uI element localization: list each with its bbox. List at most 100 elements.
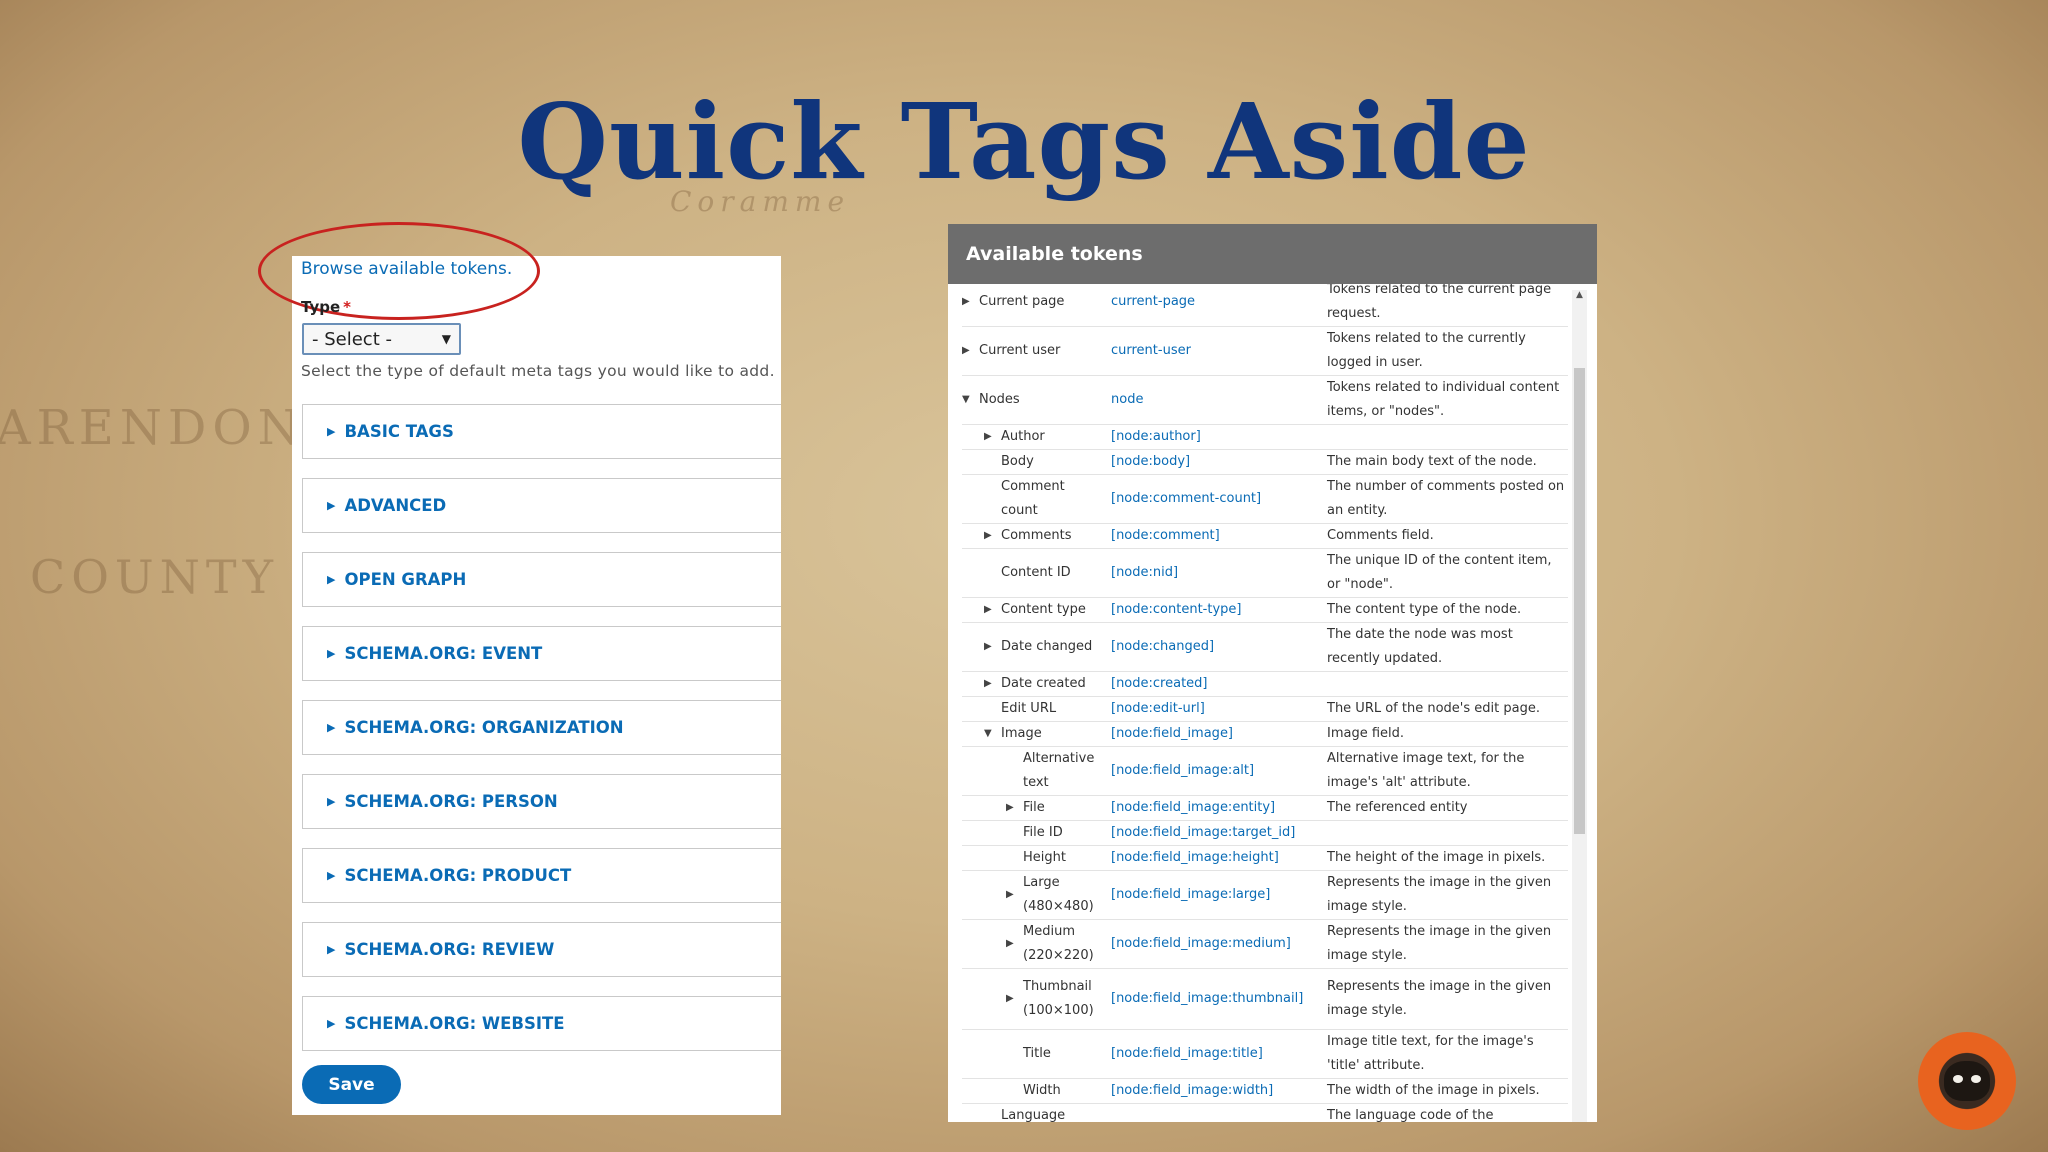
token-description: The language code of the — [1327, 1108, 1494, 1122]
token-name: Current page — [979, 294, 1065, 309]
section-toggle[interactable]: ▶ SCHEMA.ORG: PRODUCT — [302, 848, 781, 903]
token-name-cell: Body — [962, 450, 1111, 474]
collapsed-arrow-icon[interactable]: ▶ — [1006, 932, 1023, 956]
collapsed-arrow-icon[interactable]: ▶ — [1006, 796, 1023, 820]
token-name: Title — [1023, 1046, 1051, 1061]
save-button[interactable]: Save — [302, 1065, 401, 1104]
collapsed-arrow-icon[interactable]: ▶ — [984, 425, 1001, 449]
token-value[interactable]: [node:edit-url] — [1111, 697, 1327, 721]
token-name: File — [1023, 800, 1045, 815]
available-tokens-dialog: Available tokens ▶ Current page current-pa… — [948, 224, 1597, 1122]
token-description: Represents the image in the given image … — [1327, 979, 1552, 1018]
token-value[interactable]: [node:field_image:thumbnail] — [1111, 969, 1327, 1029]
browse-tokens-link[interactable]: Browse available tokens. — [301, 259, 512, 279]
tokens-table: ▶ Current page current-page Tokens related … — [962, 284, 1568, 1122]
token-name-cell: ▶ Current user — [962, 327, 1111, 375]
map-texture: COUNTY — [30, 550, 279, 604]
expand-arrow-icon: ▶ — [327, 795, 336, 808]
token-value[interactable]: [node:field_image:medium] — [1111, 920, 1327, 968]
token-row: ▶ Comments [node:comment] Comments field. — [962, 524, 1568, 549]
collapsed-arrow-icon[interactable]: ▶ — [984, 672, 1001, 696]
scroll-thumb[interactable] — [1574, 368, 1585, 834]
token-value[interactable]: [node:author] — [1111, 425, 1327, 449]
section-toggle[interactable]: ▶ SCHEMA.ORG: REVIEW — [302, 922, 781, 977]
token-row: ▶ Date changed [node:changed] The date the … — [962, 623, 1568, 672]
scroll-up-icon[interactable]: ▲ — [1572, 290, 1587, 306]
token-value[interactable]: [node:field_image:large] — [1111, 871, 1327, 919]
token-name: Width — [1023, 1083, 1061, 1098]
section-toggle[interactable]: ▶ OPEN GRAPH — [302, 552, 781, 607]
collapsed-arrow-icon[interactable]: ▶ — [984, 524, 1001, 548]
token-name-cell: ▶ Author — [962, 425, 1111, 449]
token-row: Content ID [node:nid] The unique ID of the… — [962, 549, 1568, 598]
expanded-arrow-icon[interactable]: ▼ — [962, 388, 979, 412]
token-value[interactable]: current-page — [1111, 284, 1327, 326]
token-value[interactable]: [node:nid] — [1111, 549, 1327, 597]
token-name: Date created — [1001, 676, 1086, 691]
collapsed-arrow-icon[interactable]: ▶ — [984, 598, 1001, 622]
token-value[interactable]: [node:field_image:height] — [1111, 846, 1327, 870]
token-name-cell: ▶ Large (480×480) — [962, 871, 1111, 919]
collapsed-arrow-icon[interactable]: ▶ — [962, 290, 979, 314]
token-row: Height [node:field_image:height] The heigh… — [962, 846, 1568, 871]
token-value[interactable]: [node:field_image:width] — [1111, 1079, 1327, 1103]
token-row: ▶ Current user current-user Tokens related … — [962, 327, 1568, 376]
token-name-cell: ▶ File — [962, 796, 1111, 820]
expand-arrow-icon: ▶ — [327, 573, 336, 586]
token-value[interactable]: [node:field_image:target_id] — [1111, 821, 1327, 845]
scrollbar[interactable]: ▲ — [1572, 290, 1587, 1122]
token-value[interactable]: [node:created] — [1111, 672, 1327, 696]
collapsed-arrow-icon[interactable]: ▶ — [1006, 987, 1023, 1011]
expand-arrow-icon: ▶ — [327, 943, 336, 956]
token-name-cell: ▶ Thumbnail (100×100) — [962, 969, 1111, 1029]
type-help-text: Select the type of default meta tags you… — [301, 362, 775, 380]
token-name: Comments — [1001, 528, 1072, 543]
expand-arrow-icon: ▶ — [327, 869, 336, 882]
type-select[interactable]: - Select - ▼ — [302, 323, 461, 355]
collapsed-arrow-icon[interactable]: ▶ — [962, 339, 979, 363]
section-toggle[interactable]: ▶ SCHEMA.ORG: EVENT — [302, 626, 781, 681]
section-label: SCHEMA.ORG: WEBSITE — [344, 1014, 565, 1033]
required-mark: * — [343, 298, 351, 316]
section-toggle[interactable]: ▶ SCHEMA.ORG: ORGANIZATION — [302, 700, 781, 755]
token-description: The unique ID of the content item, or "n… — [1327, 553, 1552, 592]
monkey-logo — [1918, 1032, 2016, 1130]
section-label: SCHEMA.ORG: ORGANIZATION — [344, 718, 624, 737]
token-name: Thumbnail (100×100) — [1023, 979, 1094, 1018]
token-value[interactable] — [1111, 1104, 1327, 1122]
section-toggle[interactable]: ▶ ADVANCED — [302, 478, 781, 533]
token-name-cell: ▶ Comments — [962, 524, 1111, 548]
monkey-face-icon — [1944, 1061, 1990, 1101]
token-value[interactable]: [node:changed] — [1111, 623, 1327, 671]
token-description: The width of the image in pixels. — [1327, 1083, 1540, 1098]
collapsed-arrow-icon[interactable]: ▶ — [1006, 883, 1023, 907]
token-description: The number of comments posted on an enti… — [1327, 479, 1565, 518]
token-value[interactable]: [node:field_image:alt] — [1111, 747, 1327, 795]
token-value[interactable]: [node:field_image] — [1111, 722, 1327, 746]
token-value[interactable]: current-user — [1111, 327, 1327, 375]
token-value[interactable]: [node:comment-count] — [1111, 475, 1327, 523]
token-value[interactable]: [node:field_image:entity] — [1111, 796, 1327, 820]
token-description: Tokens related to the current page reque… — [1327, 284, 1552, 321]
section-toggle[interactable]: ▶ SCHEMA.ORG: PERSON — [302, 774, 781, 829]
token-name-cell: ▶ Medium (220×220) — [962, 920, 1111, 968]
token-value[interactable]: [node:comment] — [1111, 524, 1327, 548]
type-label-text: Type — [301, 298, 341, 316]
section-toggle[interactable]: ▶ SCHEMA.ORG: WEBSITE — [302, 996, 781, 1051]
token-value[interactable]: node — [1111, 376, 1327, 424]
token-row: Width [node:field_image:width] The width o… — [962, 1079, 1568, 1104]
section-label: SCHEMA.ORG: PRODUCT — [344, 866, 572, 885]
token-row: Comment count [node:comment-count] The num… — [962, 475, 1568, 524]
token-value[interactable]: [node:content-type] — [1111, 598, 1327, 622]
expanded-arrow-icon[interactable]: ▼ — [984, 722, 1001, 746]
token-name: Large (480×480) — [1023, 875, 1094, 914]
collapsed-arrow-icon[interactable]: ▶ — [984, 635, 1001, 659]
section-toggle[interactable]: ▶ BASIC TAGS — [302, 404, 781, 459]
section-label: SCHEMA.ORG: EVENT — [344, 644, 543, 663]
token-value[interactable]: [node:field_image:title] — [1111, 1030, 1327, 1078]
token-description: Image title text, for the image's 'title… — [1327, 1034, 1534, 1073]
token-row: ▼ Nodes node Tokens related to individual c… — [962, 376, 1568, 425]
token-value[interactable]: [node:body] — [1111, 450, 1327, 474]
type-label: Type * — [301, 298, 351, 316]
token-description: The date the node was most recently upda… — [1327, 627, 1513, 666]
